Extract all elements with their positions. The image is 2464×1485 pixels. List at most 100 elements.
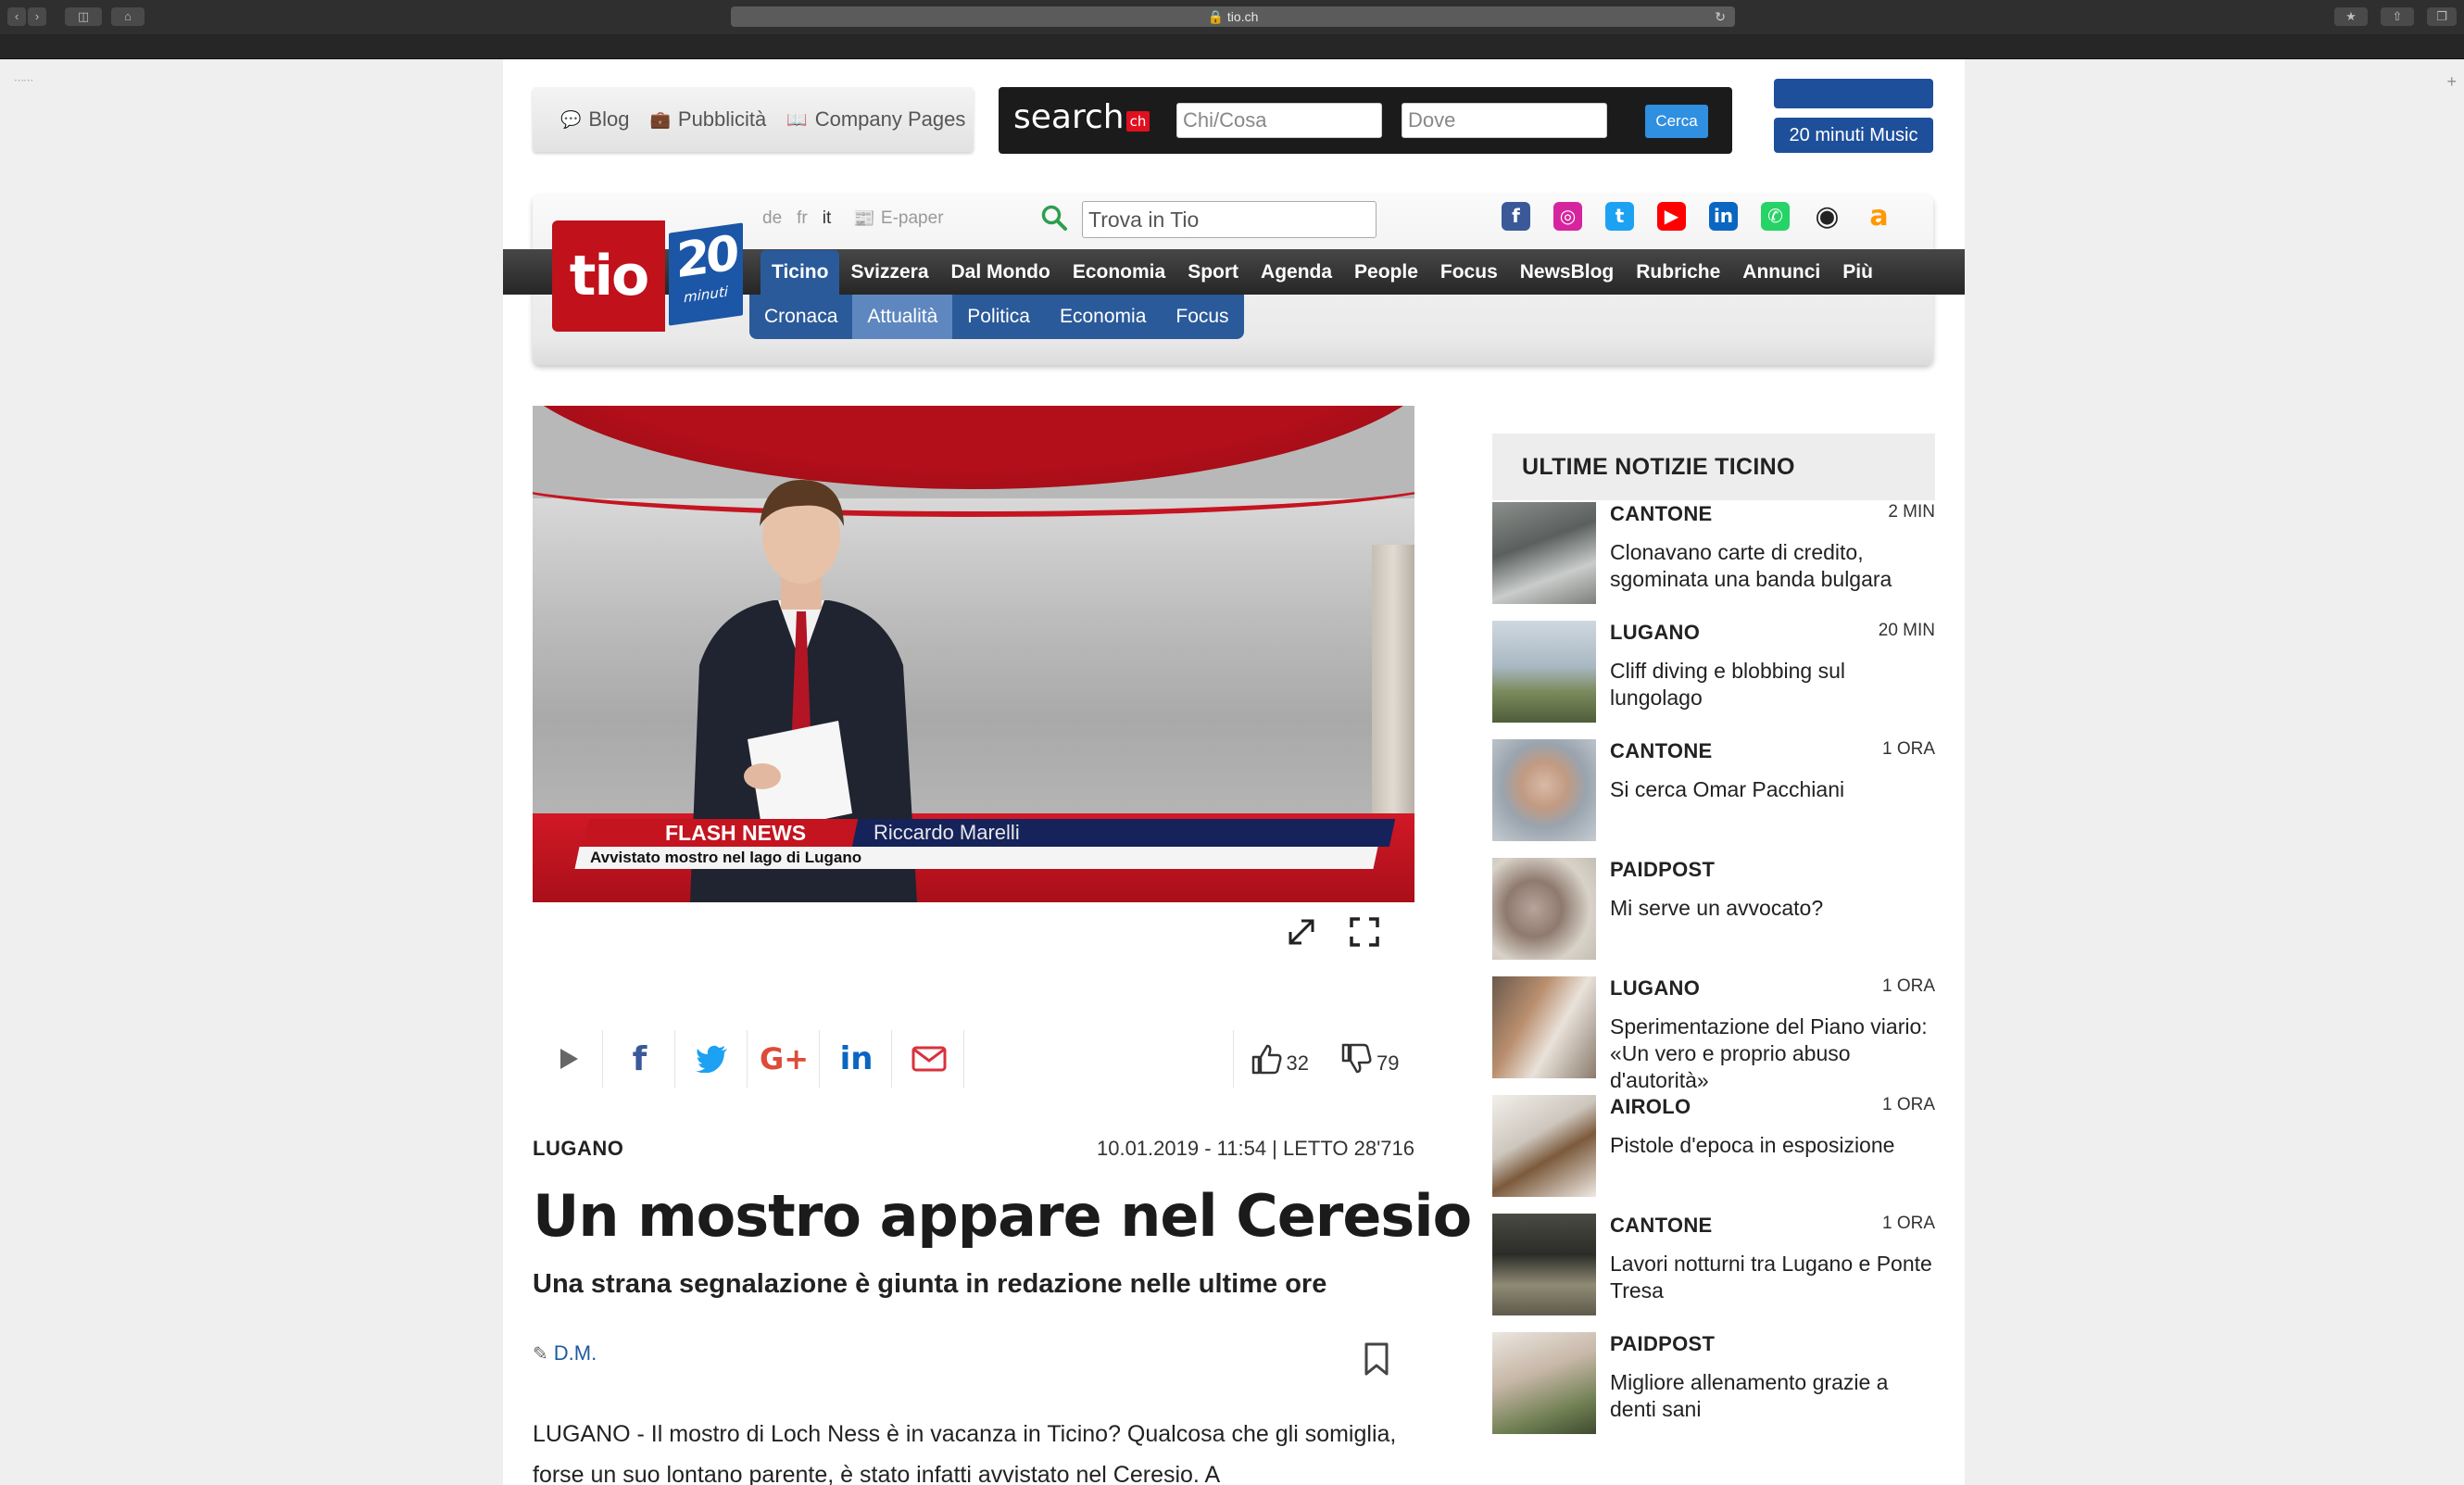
pubblicita-link[interactable]: 💼 Pubblicità <box>649 107 766 132</box>
news-item[interactable]: CANTONE 1 ORA Lavori notturni tra Lugano e… <box>1492 1214 1935 1317</box>
address-bar[interactable]: 🔒 tio.ch ↻ <box>731 6 1735 27</box>
tio-logo-text: tio <box>552 220 665 332</box>
linkedin-icon[interactable]: in <box>1709 202 1738 231</box>
news-thumbnail[interactable] <box>1492 858 1596 960</box>
nav-item-annunci[interactable]: Annunci <box>1731 250 1831 295</box>
tio-logo[interactable]: tio 20 minuti <box>552 220 747 335</box>
subnav-item-cronaca[interactable]: Cronaca <box>749 295 852 339</box>
whatsapp-icon[interactable]: ✆ <box>1761 202 1790 231</box>
dislike-button[interactable]: 79 <box>1339 1042 1399 1076</box>
nav-item-rubriche[interactable]: Rubriche <box>1625 250 1731 295</box>
nav-item-agenda[interactable]: Agenda <box>1250 250 1343 295</box>
company-pages-label: Company Pages <box>814 107 966 131</box>
news-thumbnail[interactable] <box>1492 1095 1596 1197</box>
nav-item-svizzera[interactable]: Svizzera <box>839 250 939 295</box>
company-pages-link[interactable]: 📖 Company Pages <box>786 107 965 132</box>
nav-item-pi-[interactable]: Più <box>1831 250 1884 295</box>
news-thumbnail[interactable] <box>1492 976 1596 1078</box>
epaper-link[interactable]: 📰 E-paper <box>853 208 943 230</box>
sidebar-toggle-button[interactable]: ◫ <box>65 7 102 26</box>
news-title[interactable]: Clonavano carte di credito, sgominata un… <box>1610 539 1934 593</box>
lang-de[interactable]: de <box>762 208 782 229</box>
linkedin-icon: in <box>839 1040 874 1077</box>
news-item[interactable]: PAIDPOST Migliore allenamento grazie a de… <box>1492 1332 1935 1436</box>
article-location[interactable]: LUGANO <box>533 1137 623 1161</box>
instagram-icon[interactable]: ◎ <box>1553 202 1582 231</box>
searchch-where-input[interactable]: Dove <box>1402 103 1607 138</box>
music-promo-button[interactable]: 20 minuti Music <box>1774 118 1933 153</box>
bookmark-icon[interactable] <box>1361 1341 1392 1377</box>
pubblicita-label: Pubblicità <box>677 107 767 131</box>
share-browser-button[interactable]: ⇧ <box>2381 7 2414 26</box>
subnav-item-economia[interactable]: Economia <box>1045 295 1161 339</box>
news-thumbnail[interactable] <box>1492 739 1596 841</box>
news-item[interactable]: CANTONE 2 MIN Clonavano carte di credito, … <box>1492 502 1935 606</box>
searchch-search-button[interactable]: Cerca <box>1645 105 1708 138</box>
tabs-button[interactable]: ❐ <box>2427 7 2457 26</box>
nav-item-ticino[interactable]: Ticino <box>761 250 840 295</box>
reader-button[interactable]: ★ <box>2334 7 2368 26</box>
news-item[interactable]: LUGANO 20 MIN Cliff diving e blobbing sul … <box>1492 621 1935 724</box>
share-linkedin-button[interactable]: in <box>822 1030 892 1088</box>
blog-link[interactable]: 💬 Blog <box>560 107 629 132</box>
news-category: AIROLO <box>1610 1095 1691 1118</box>
nav-item-people[interactable]: People <box>1343 250 1429 295</box>
like-count: 32 <box>1286 1051 1309 1075</box>
news-item[interactable]: CANTONE 1 ORA Si cerca Omar Pacchiani <box>1492 739 1935 843</box>
play-button[interactable] <box>533 1030 603 1088</box>
news-title[interactable]: Pistole d'epoca in esposizione <box>1610 1132 1934 1159</box>
nav-item-economia[interactable]: Economia <box>1062 250 1176 295</box>
nav-item-newsblog[interactable]: NewsBlog <box>1509 250 1626 295</box>
search-icon[interactable] <box>1040 204 1068 232</box>
news-title[interactable]: Lavori notturni tra Lugano e Ponte Tresa <box>1610 1251 1934 1304</box>
new-tab-icon[interactable]: + <box>2446 72 2457 92</box>
amazon-icon[interactable]: a <box>1865 202 1893 231</box>
subnav-item-politica[interactable]: Politica <box>952 295 1045 339</box>
share-email-button[interactable] <box>894 1030 964 1088</box>
lang-it[interactable]: it <box>823 208 832 229</box>
subnav-item-focus[interactable]: Focus <box>1161 295 1243 339</box>
facebook-icon[interactable]: f <box>1502 202 1530 231</box>
searchch-what-input[interactable]: Chi/Cosa <box>1176 103 1382 138</box>
twitter-icon[interactable]: t <box>1605 202 1634 231</box>
news-item[interactable]: LUGANO 1 ORA Sperimentazione del Piano via… <box>1492 976 1935 1092</box>
news-title[interactable]: Sperimentazione del Piano viario: «Un ve… <box>1610 1013 1934 1094</box>
social-links: f ◎ t ▶ in ✆ ◉ a <box>1502 202 1893 231</box>
video-player[interactable]: FLASH NEWS Riccardo Marelli Avvistato mo… <box>533 406 1414 902</box>
news-thumbnail[interactable] <box>1492 502 1596 604</box>
news-category: PAIDPOST <box>1610 1332 1716 1355</box>
youtube-icon[interactable]: ▶ <box>1657 202 1686 231</box>
back-button[interactable]: ‹ <box>7 7 26 26</box>
news-title[interactable]: Si cerca Omar Pacchiani <box>1610 776 1934 803</box>
nav-item-dal-mondo[interactable]: Dal Mondo <box>940 250 1062 295</box>
subnav-item-attualit-[interactable]: Attualità <box>852 295 953 339</box>
nav-item-sport[interactable]: Sport <box>1176 250 1250 295</box>
news-thumbnail[interactable] <box>1492 1332 1596 1434</box>
news-title[interactable]: Mi serve un avvocato? <box>1610 895 1934 922</box>
like-button[interactable]: 32 <box>1250 1042 1309 1076</box>
news-title[interactable]: Cliff diving e blobbing sul lungolago <box>1610 658 1934 711</box>
news-thumbnail[interactable] <box>1492 1214 1596 1315</box>
podcast-icon[interactable]: ◉ <box>1813 202 1842 231</box>
expand-icon[interactable] <box>1285 915 1318 949</box>
reload-icon[interactable]: ↻ <box>1715 6 1726 27</box>
news-item[interactable]: AIROLO 1 ORA Pistole d'epoca in esposizion… <box>1492 1095 1935 1199</box>
promo-banner[interactable] <box>1774 79 1933 108</box>
video-pillar <box>1372 545 1414 832</box>
article-author[interactable]: ✎ D.M. <box>533 1341 597 1365</box>
news-thumbnail[interactable] <box>1492 621 1596 723</box>
lang-fr[interactable]: fr <box>797 208 808 229</box>
nav-item-focus[interactable]: Focus <box>1429 250 1509 295</box>
share-googleplus-button[interactable]: G+ <box>749 1030 820 1088</box>
sidebar-heading: ULTIME NOTIZIE TICINO <box>1492 434 1935 500</box>
share-twitter-button[interactable] <box>677 1030 748 1088</box>
news-item[interactable]: PAIDPOST Mi serve un avvocato? <box>1492 858 1935 962</box>
forward-button[interactable]: › <box>28 7 46 26</box>
grid-icon[interactable]: ⋯⋯ <box>14 75 33 86</box>
home-button[interactable]: ⌂ <box>111 7 145 26</box>
news-title[interactable]: Migliore allenamento grazie a denti sani <box>1610 1369 1934 1423</box>
fullscreen-icon[interactable] <box>1348 915 1381 949</box>
share-facebook-button[interactable]: f <box>605 1030 675 1088</box>
site-search-input[interactable]: Trova in Tio <box>1082 201 1377 238</box>
searchch-logo[interactable]: search ch <box>1013 98 1150 136</box>
